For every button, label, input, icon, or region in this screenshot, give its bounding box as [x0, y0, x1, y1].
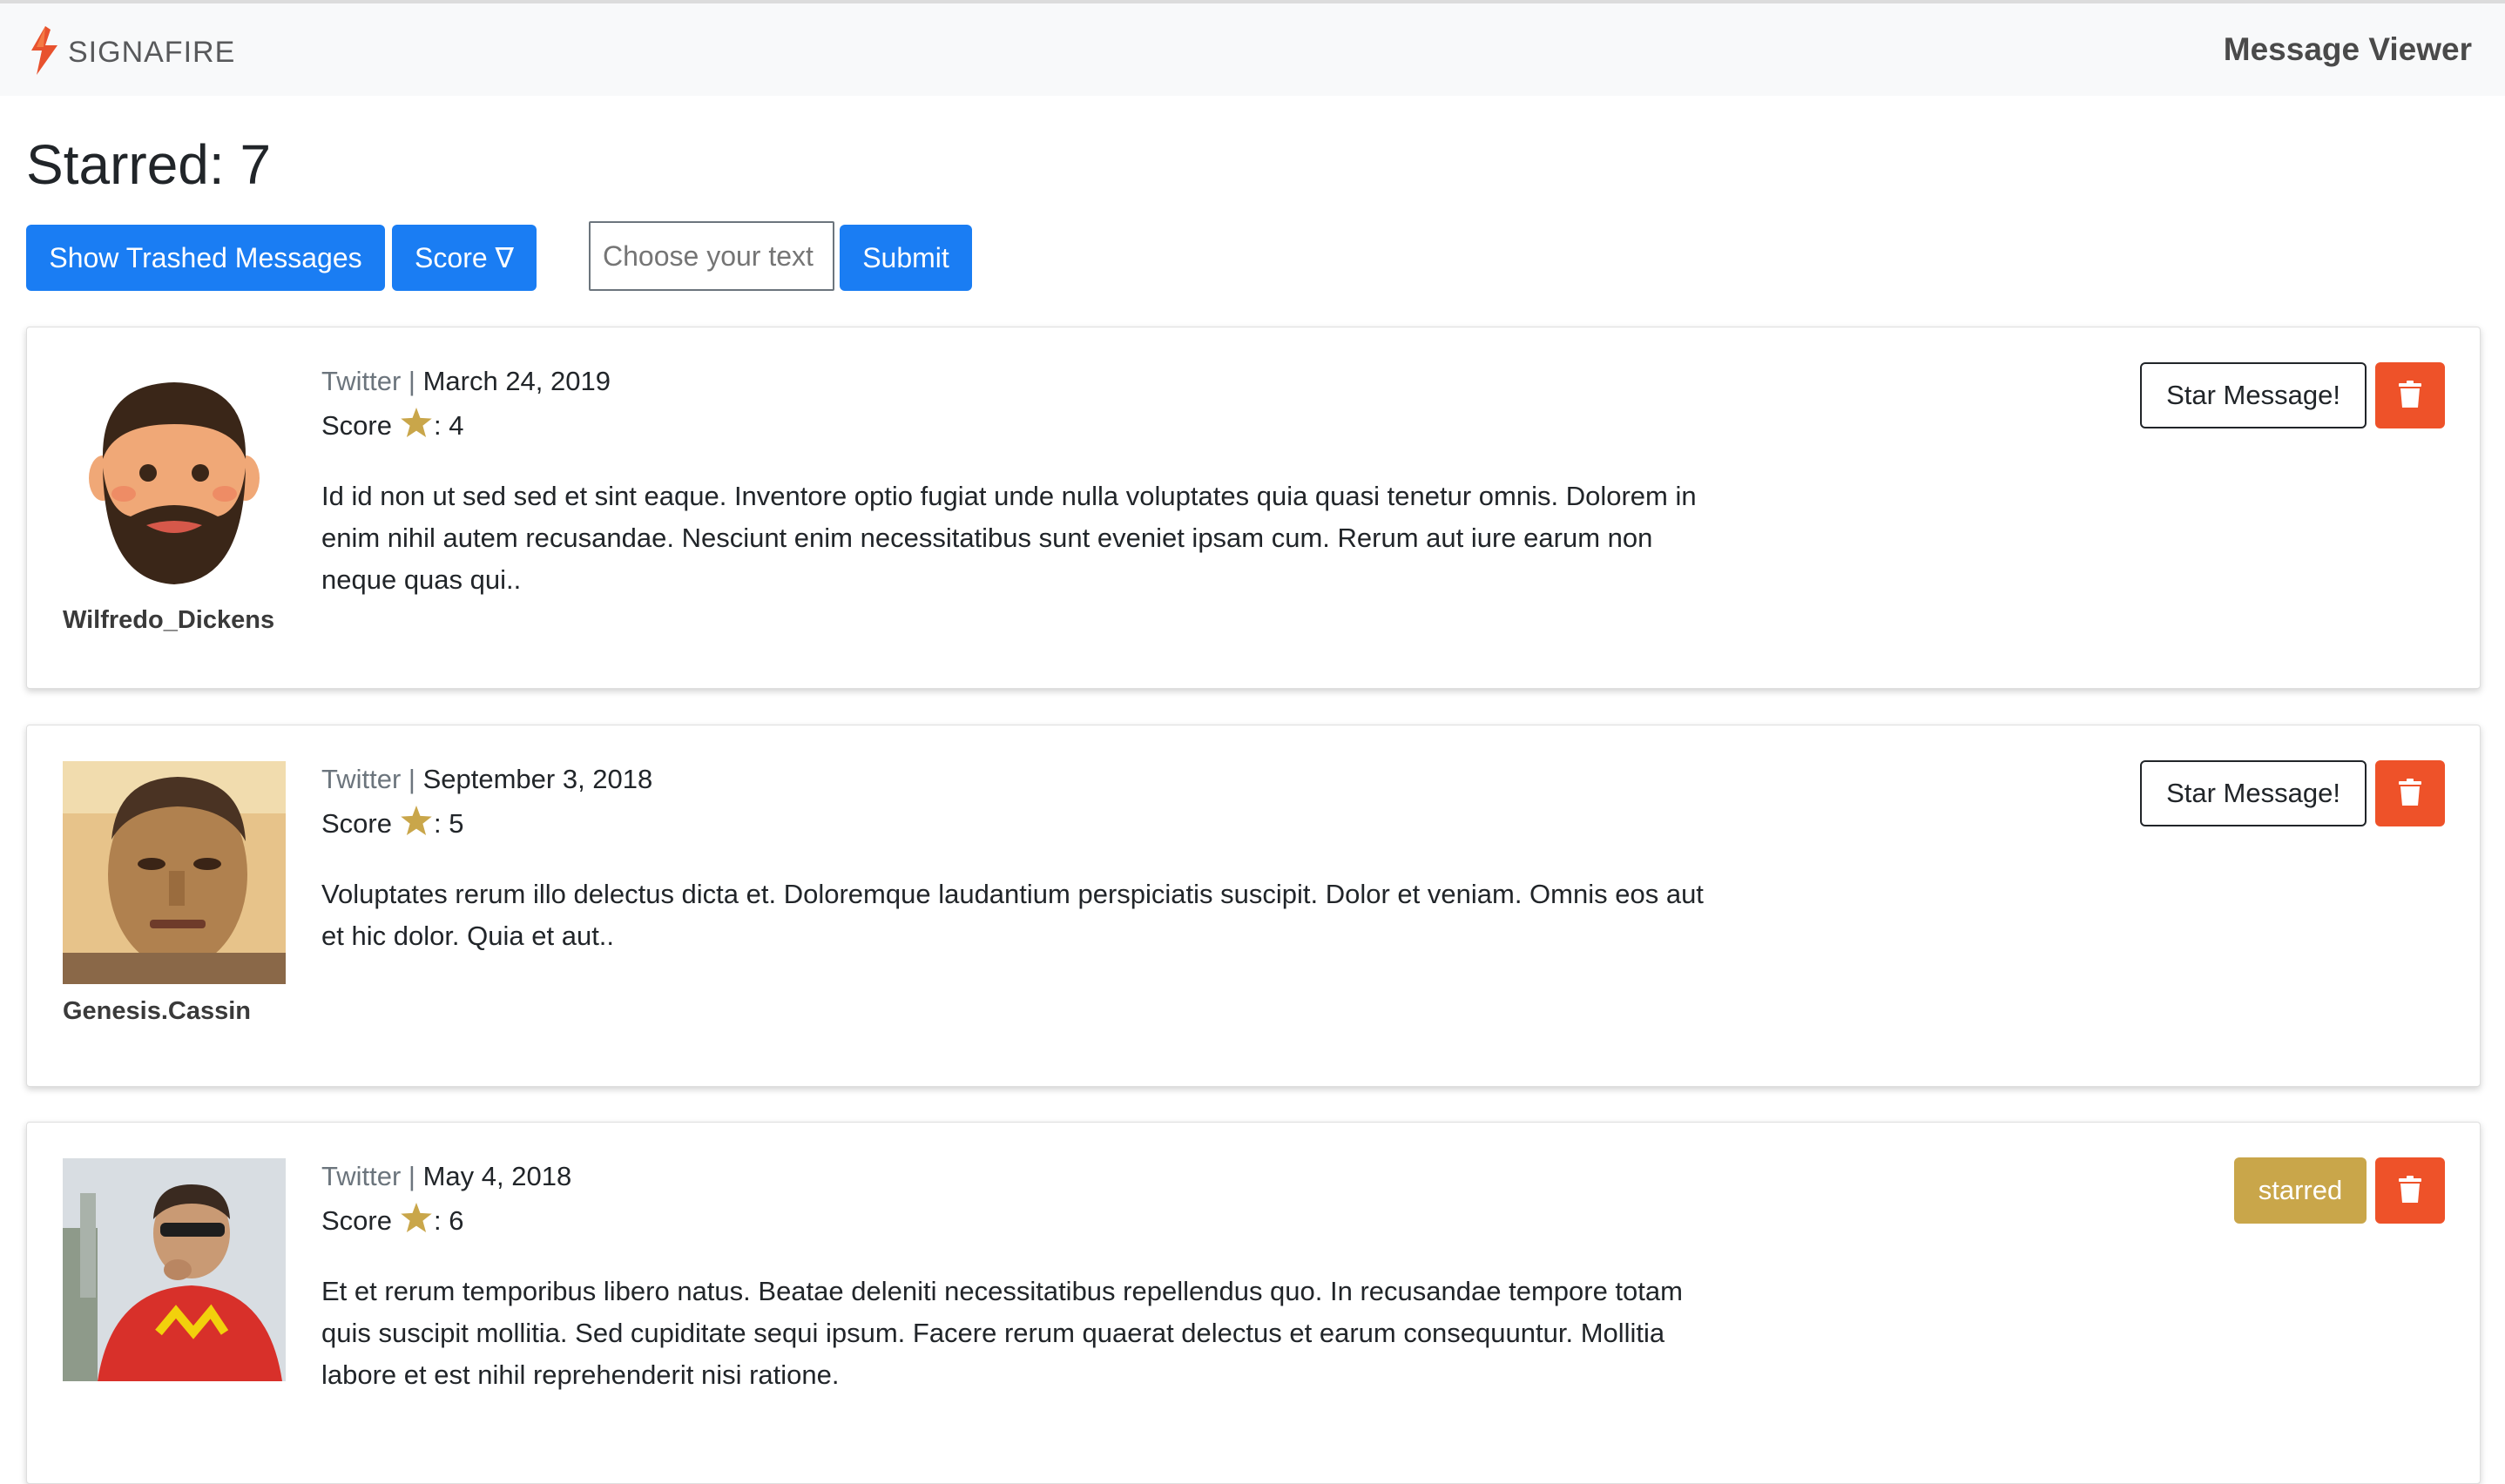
star-icon [392, 408, 434, 444]
show-trashed-button[interactable]: Show Trashed Messages [26, 225, 385, 291]
score-label: Score [321, 808, 392, 839]
flame-logo-icon [26, 25, 61, 79]
message-date: May 4, 2018 [422, 1161, 572, 1191]
message-meta: Twitter | March 24, 2019 [321, 366, 611, 397]
star-icon [392, 1203, 434, 1239]
navbar: SIGNAFIRE Message Viewer [0, 3, 2505, 96]
app-title: Message Viewer [2223, 31, 2472, 67]
username: Wilfredo_Dickens [63, 606, 275, 634]
message-card: Genesis.Cassin Twitter | September 3, 20… [26, 725, 2481, 1087]
delete-button[interactable] [2375, 1157, 2445, 1224]
brand[interactable]: SIGNAFIRE [26, 25, 236, 79]
score-label: Score [321, 1205, 392, 1236]
brand-name: SIGNAFIRE [68, 35, 236, 69]
score-value: : 6 [433, 1205, 464, 1236]
star-icon [392, 806, 434, 842]
message-date: September 3, 2018 [422, 764, 653, 794]
toolbar: Show Trashed Messages Score ∇ Submit [26, 219, 1071, 291]
message-score: Score : 6 [321, 1203, 463, 1239]
score-value: : 5 [433, 808, 464, 839]
submit-button[interactable]: Submit [840, 225, 972, 291]
message-score: Score : 4 [321, 408, 463, 444]
message-source: Twitter [321, 366, 402, 396]
text-filter-input[interactable] [589, 221, 834, 291]
delete-button[interactable] [2375, 760, 2445, 826]
message-body: Et et rerum temporibus libero natus. Bea… [321, 1276, 1683, 1390]
score-value: : 4 [433, 410, 464, 441]
trash-icon [2399, 778, 2421, 809]
message-meta: Twitter | May 4, 2018 [321, 1161, 571, 1192]
message-meta: Twitter | September 3, 2018 [321, 764, 652, 795]
message-card: Twitter | May 4, 2018 Score : 6 Et et re… [26, 1122, 2481, 1484]
score-label: Score [321, 410, 392, 441]
message-card: Wilfredo_Dickens Twitter | March 24, 201… [26, 327, 2481, 689]
meta-separator: | [401, 1161, 423, 1191]
meta-separator: | [401, 366, 423, 396]
message-score: Score : 5 [321, 806, 463, 842]
avatar [63, 1158, 286, 1381]
avatar [63, 761, 286, 984]
message-source: Twitter [321, 1161, 402, 1191]
trash-icon [2399, 1175, 2421, 1206]
meta-separator: | [401, 764, 423, 794]
starred-count: Starred: 7 [26, 133, 272, 196]
starred-badge-button[interactable]: starred [2234, 1157, 2367, 1224]
delete-button[interactable] [2375, 362, 2445, 428]
message-body: Voluptates rerum illo delectus dicta et.… [321, 879, 1704, 951]
avatar [63, 363, 286, 586]
message-source: Twitter [321, 764, 402, 794]
star-message-button[interactable]: Star Message! [2140, 760, 2367, 826]
trash-icon [2399, 380, 2421, 411]
message-body: Id id non ut sed sed et sint eaque. Inve… [321, 481, 1697, 595]
username: Genesis.Cassin [63, 997, 251, 1025]
star-message-button[interactable]: Star Message! [2140, 362, 2367, 428]
score-sort-button[interactable]: Score ∇ [392, 225, 537, 291]
message-date: March 24, 2019 [422, 366, 611, 396]
